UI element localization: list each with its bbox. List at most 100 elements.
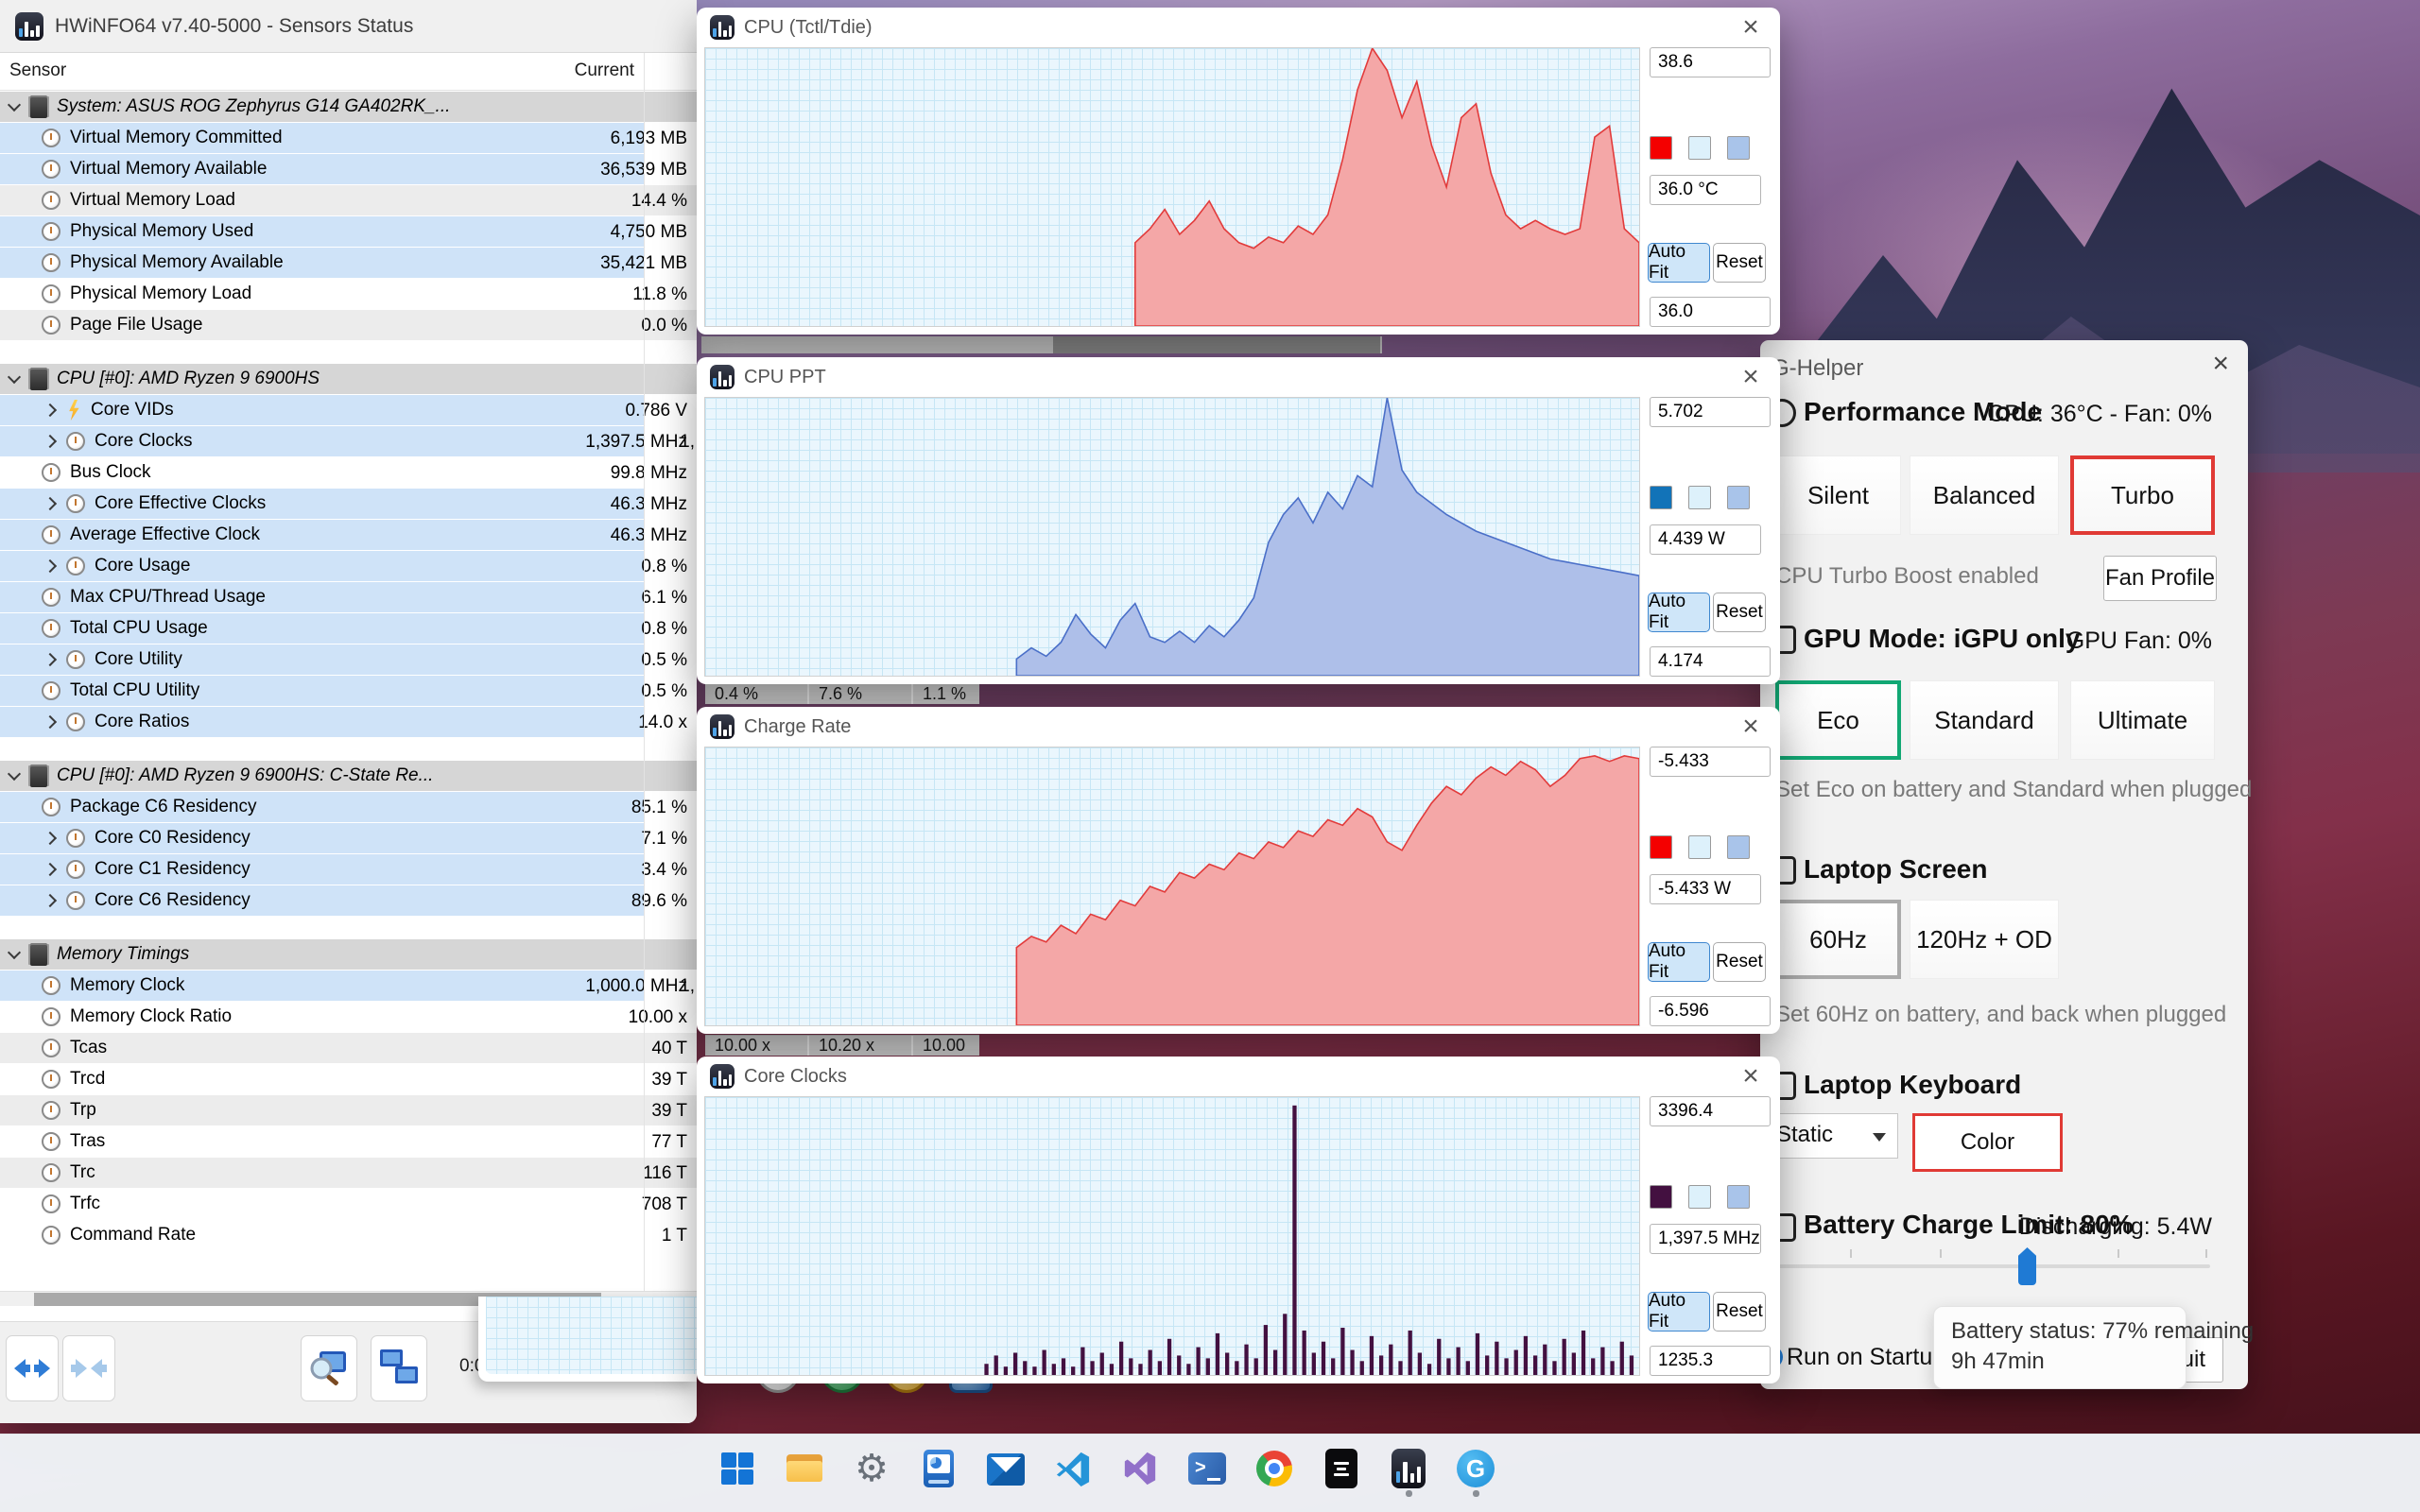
- graph-titlebar[interactable]: CPU PPT: [697, 357, 1780, 397]
- screen-120hz-button[interactable]: 120Hz + OD: [1910, 900, 2059, 979]
- auto-fit-button[interactable]: Auto Fit: [1648, 592, 1710, 632]
- visual-studio-button[interactable]: [1119, 1448, 1161, 1489]
- sensor-row[interactable]: Total CPU Usage 0.8 %: [0, 613, 697, 644]
- graph-plot-area[interactable]: [704, 47, 1640, 327]
- ghelper-taskbar-button[interactable]: G: [1455, 1448, 1496, 1497]
- graph-plot-area[interactable]: [704, 1096, 1640, 1376]
- sensor-row[interactable]: Average Effective Clock 46.3 MHz: [0, 520, 697, 551]
- dark-app-button[interactable]: [1321, 1448, 1362, 1489]
- sensor-row[interactable]: Trc 116 T: [0, 1158, 697, 1189]
- gpu-standard-button[interactable]: Standard: [1910, 680, 2059, 760]
- sensor-row[interactable]: Virtual Memory Load 14.4 %: [0, 185, 697, 216]
- settings-button[interactable]: ⚙: [851, 1448, 892, 1489]
- keyboard-backlight-dropdown[interactable]: Static: [1764, 1113, 1898, 1159]
- hwinfo-taskbar-button[interactable]: [1388, 1448, 1429, 1497]
- sensor-row[interactable]: Core Ratios 14.0 x: [0, 707, 697, 738]
- series-color-swatch[interactable]: [1650, 136, 1672, 160]
- collapse-columns-button[interactable]: [62, 1335, 115, 1401]
- sensor-row[interactable]: Trp 39 T: [0, 1095, 697, 1126]
- sensor-row[interactable]: Core Effective Clocks 46.3 MHz: [0, 489, 697, 520]
- hwinfo-column-header[interactable]: Sensor Current: [0, 53, 697, 91]
- gpu-ultimate-button[interactable]: Ultimate: [2070, 680, 2215, 760]
- grid-color-swatch[interactable]: [1727, 136, 1750, 160]
- powershell-button[interactable]: >: [1186, 1448, 1228, 1489]
- sensor-row[interactable]: Trcd 39 T: [0, 1064, 697, 1095]
- section-row[interactable]: CPU [#0]: AMD Ryzen 9 6900HS: C-State Re…: [0, 761, 697, 792]
- scrollbar-thumb[interactable]: [1053, 336, 1380, 353]
- sensor-row[interactable]: Trfc 708 T: [0, 1189, 697, 1220]
- hwinfo-titlebar[interactable]: HWiNFO64 v7.40-5000 - Sensors Status: [0, 0, 697, 53]
- perf-silent-button[interactable]: Silent: [1775, 455, 1901, 535]
- expand-columns-button[interactable]: [6, 1335, 59, 1401]
- background-color-swatch[interactable]: [1688, 1185, 1711, 1209]
- sensor-row[interactable]: Page File Usage 0.0 %: [0, 310, 697, 341]
- chevron-right-icon[interactable]: [43, 862, 58, 877]
- reset-button[interactable]: Reset: [1713, 243, 1766, 283]
- section-row[interactable]: CPU [#0]: AMD Ryzen 9 6900HS: [0, 364, 697, 395]
- sensor-row[interactable]: Core VIDs 0.786 V: [0, 395, 697, 426]
- chevron-right-icon[interactable]: [43, 496, 58, 511]
- graph-plot-area[interactable]: [704, 397, 1640, 677]
- screen-magnifier-button[interactable]: [301, 1335, 357, 1401]
- chevron-down-icon[interactable]: [7, 945, 22, 960]
- chevron-right-icon[interactable]: [43, 714, 58, 730]
- background-color-swatch[interactable]: [1688, 136, 1711, 160]
- column-sensor[interactable]: Sensor: [9, 60, 66, 81]
- auto-fit-button[interactable]: Auto Fit: [1648, 1291, 1710, 1332]
- battery-limit-slider[interactable]: [1775, 1264, 2210, 1268]
- sensor-row[interactable]: Virtual Memory Committed 6,193 MB: [0, 123, 697, 154]
- chevron-right-icon[interactable]: [43, 831, 58, 846]
- sensor-row[interactable]: Core C0 Residency 7.1 %: [0, 823, 697, 854]
- chevron-right-icon[interactable]: [43, 558, 58, 574]
- auto-fit-button[interactable]: Auto Fit: [1648, 941, 1710, 982]
- hidden-window-scrollbar[interactable]: [701, 336, 1382, 353]
- sensor-row[interactable]: Core Usage 0.8 %: [0, 551, 697, 582]
- grid-color-swatch[interactable]: [1727, 1185, 1750, 1209]
- start-button[interactable]: [717, 1448, 758, 1489]
- section-row[interactable]: System: ASUS ROG Zephyrus G14 GA402RK_..…: [0, 92, 697, 123]
- keyboard-color-button[interactable]: Color: [1912, 1113, 2063, 1172]
- series-color-swatch[interactable]: [1650, 835, 1672, 859]
- sensor-row[interactable]: Tcas 40 T: [0, 1033, 697, 1064]
- slider-thumb[interactable]: [2018, 1247, 2036, 1285]
- close-icon[interactable]: ×: [1735, 1060, 1767, 1092]
- background-color-swatch[interactable]: [1688, 835, 1711, 859]
- sensor-row[interactable]: Core Utility 0.5 %: [0, 644, 697, 676]
- fan-profile-button[interactable]: Fan Profile: [2103, 556, 2217, 601]
- close-icon[interactable]: ×: [1735, 361, 1767, 393]
- reset-button[interactable]: Reset: [1713, 1292, 1766, 1332]
- background-color-swatch[interactable]: [1688, 486, 1711, 509]
- reset-button[interactable]: Reset: [1713, 942, 1766, 982]
- grid-color-swatch[interactable]: [1727, 486, 1750, 509]
- mail-button[interactable]: [985, 1448, 1027, 1489]
- chrome-button[interactable]: [1253, 1448, 1295, 1489]
- close-icon[interactable]: ×: [1735, 11, 1767, 43]
- sensor-row[interactable]: Package C6 Residency 85.1 %: [0, 792, 697, 823]
- sensor-row[interactable]: Physical Memory Available 35,421 MB: [0, 248, 697, 279]
- sensor-row[interactable]: Core Clocks 1,397.5 MHz 1,: [0, 426, 697, 457]
- sensor-row[interactable]: Core C1 Residency 3.4 %: [0, 854, 697, 885]
- graph-titlebar[interactable]: Core Clocks: [697, 1057, 1780, 1096]
- series-color-swatch[interactable]: [1650, 486, 1672, 509]
- close-icon[interactable]: ×: [2212, 348, 2229, 380]
- sensor-row[interactable]: Physical Memory Used 4,750 MB: [0, 216, 697, 248]
- sensor-row[interactable]: Tras 77 T: [0, 1126, 697, 1158]
- sensor-row[interactable]: Memory Clock Ratio 10.00 x: [0, 1002, 697, 1033]
- screen-60hz-button[interactable]: 60Hz: [1775, 900, 1901, 979]
- sensor-row[interactable]: Memory Clock 1,000.0 MHz 1,: [0, 971, 697, 1002]
- gpu-eco-button[interactable]: Eco: [1775, 680, 1901, 760]
- column-current[interactable]: Current: [575, 60, 634, 81]
- perf-balanced-button[interactable]: Balanced: [1910, 455, 2059, 535]
- system-monitor-button[interactable]: [918, 1448, 959, 1489]
- chevron-down-icon[interactable]: [7, 766, 22, 782]
- sensor-row[interactable]: Total CPU Utility 0.5 %: [0, 676, 697, 707]
- auto-fit-button[interactable]: Auto Fit: [1648, 242, 1710, 283]
- reset-button[interactable]: Reset: [1713, 593, 1766, 632]
- chevron-right-icon[interactable]: [43, 893, 58, 908]
- chevron-down-icon[interactable]: [7, 369, 22, 385]
- vscode-button[interactable]: [1052, 1448, 1094, 1489]
- chevron-right-icon[interactable]: [43, 434, 58, 449]
- sensor-row[interactable]: Virtual Memory Available 36,539 MB: [0, 154, 697, 185]
- grid-color-swatch[interactable]: [1727, 835, 1750, 859]
- section-row[interactable]: Memory Timings: [0, 939, 697, 971]
